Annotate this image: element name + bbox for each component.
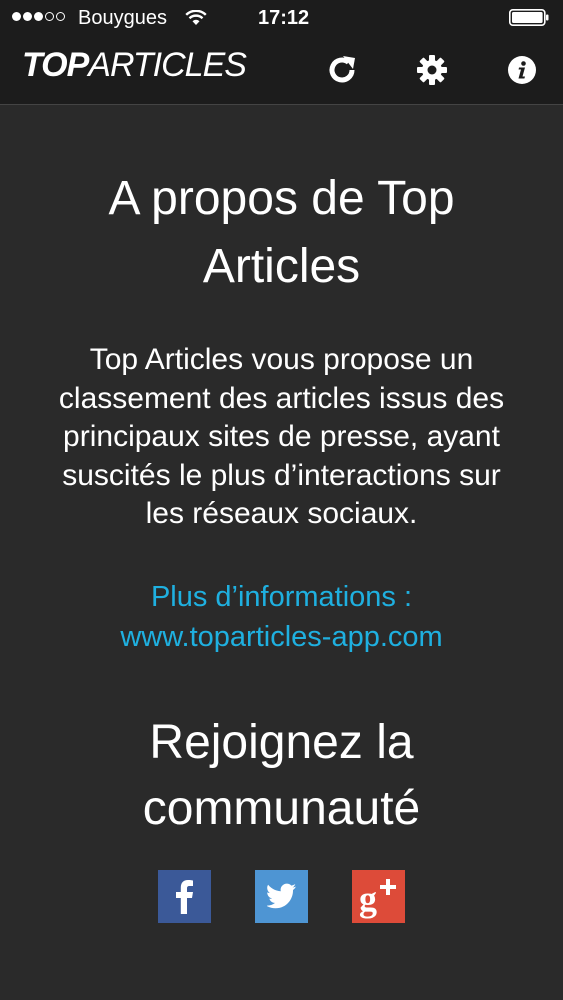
about-title: A propos de Top Articles xyxy=(108,172,455,293)
facebook-button[interactable] xyxy=(158,869,211,923)
google-plus-icon: g xyxy=(359,879,396,919)
twitter-button[interactable] xyxy=(255,869,308,923)
wifi-icon xyxy=(185,10,207,25)
more-info: Plus d’informations : www.toparticles-ap… xyxy=(52,577,512,657)
more-info-label: Plus d’informations : xyxy=(150,580,413,613)
community-title: Rejoignez la communauté xyxy=(142,715,421,835)
status-bar: Bouygues 17:12 xyxy=(0,0,563,36)
battery-icon xyxy=(509,9,549,26)
settings-button[interactable] xyxy=(412,50,452,90)
social-links: g xyxy=(0,869,563,923)
refresh-icon xyxy=(329,56,355,83)
svg-text:g: g xyxy=(359,879,377,919)
carrier-name: Bouygues xyxy=(78,7,167,29)
info-icon xyxy=(508,56,536,84)
facebook-icon xyxy=(175,880,193,914)
about-page: A propos de Top Articles Top Articles vo… xyxy=(0,105,563,923)
clock: 17:12 xyxy=(258,7,310,29)
refresh-button[interactable] xyxy=(322,50,362,90)
twitter-icon xyxy=(266,883,296,909)
website-link[interactable]: www.toparticles-app.com xyxy=(120,621,442,653)
app-logo: TOPARTICLES xyxy=(22,46,247,84)
google-plus-button[interactable]: g xyxy=(352,869,405,923)
about-description: Top Articles vous propose un classement … xyxy=(58,343,505,530)
signal-strength-icon xyxy=(12,12,65,21)
gear-icon xyxy=(417,55,447,85)
info-button[interactable] xyxy=(502,50,542,90)
app-header: TOPARTICLES xyxy=(0,36,563,105)
